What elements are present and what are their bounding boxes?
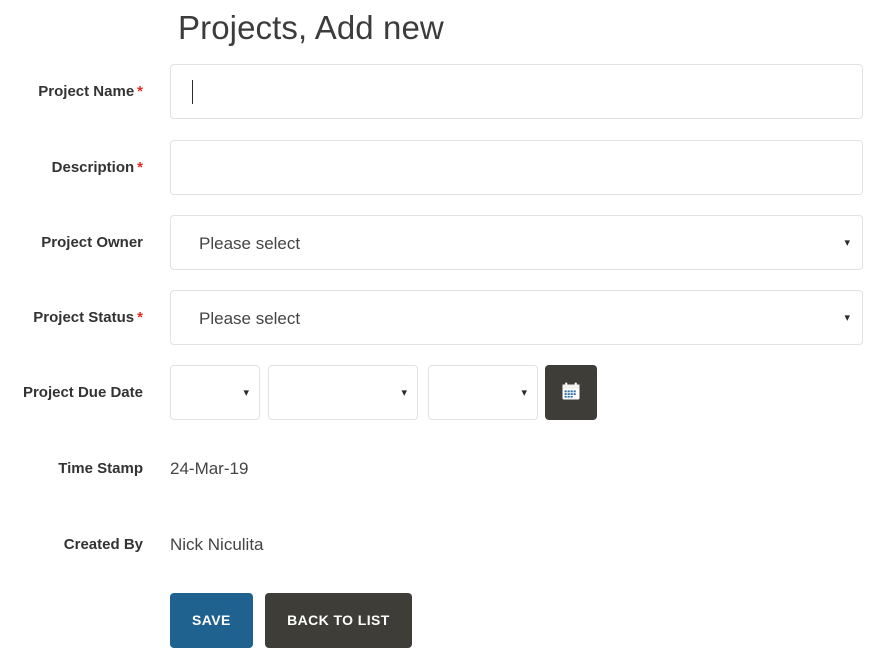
label-created-by-text: Created By: [63, 536, 143, 553]
due-date-year-select[interactable]: ▾: [428, 365, 538, 420]
chevron-down-icon: ▾: [844, 312, 850, 324]
control-project-name: [170, 64, 875, 119]
chevron-down-icon: ▾: [521, 387, 527, 399]
chevron-down-icon: ▾: [401, 387, 407, 399]
control-time-stamp: 24-Mar-19: [170, 458, 248, 480]
action-buttons-container: SAVE BACK TO LIST: [170, 593, 412, 648]
created-by-value: Nick Niculita: [170, 535, 264, 554]
label-project-owner: Project Owner: [0, 234, 143, 252]
chevron-down-icon: ▾: [844, 237, 850, 249]
label-project-status-text: Project Status: [33, 309, 135, 326]
control-project-status: Please select ▾: [170, 290, 863, 345]
label-project-due-date: Project Due Date: [0, 384, 143, 402]
project-status-selected-value: Please select: [199, 309, 301, 328]
label-project-due-date-text: Project Due Date: [22, 384, 143, 401]
required-asterisk: *: [137, 309, 143, 326]
due-date-day-select[interactable]: ▾: [170, 365, 260, 420]
project-status-select[interactable]: Please select ▾: [170, 290, 863, 345]
page-title: Projects, Add new: [178, 9, 444, 46]
label-created-by: Created By: [0, 536, 143, 554]
label-project-name: Project Name *: [0, 83, 143, 101]
calendar-icon: [561, 381, 581, 404]
text-cursor: [192, 80, 193, 104]
label-time-stamp: Time Stamp: [0, 460, 143, 478]
chevron-down-icon: ▾: [243, 387, 249, 399]
label-project-owner-text: Project Owner: [41, 234, 143, 251]
project-owner-selected-value: Please select: [199, 234, 301, 253]
label-time-stamp-text: Time Stamp: [58, 460, 143, 477]
required-asterisk: *: [137, 159, 143, 176]
time-stamp-value: 24-Mar-19: [170, 459, 249, 478]
date-picker-button[interactable]: [545, 365, 597, 420]
label-description-text: Description: [51, 159, 135, 176]
description-textarea[interactable]: [170, 140, 863, 195]
add-project-form-page: Projects, Add new Project Name * Descript…: [0, 0, 875, 661]
control-created-by: Nick Niculita: [170, 534, 264, 556]
control-project-owner: Please select ▾: [170, 215, 863, 270]
due-date-month-select[interactable]: ▾: [268, 365, 418, 420]
project-name-input[interactable]: [170, 64, 863, 119]
form-row-project-name: Project Name *: [0, 64, 875, 119]
save-button[interactable]: SAVE: [170, 593, 253, 648]
control-description: [170, 140, 863, 200]
label-project-status: Project Status *: [0, 309, 143, 327]
back-to-list-button[interactable]: BACK TO LIST: [265, 593, 412, 648]
label-description: Description *: [0, 159, 143, 177]
project-owner-select[interactable]: Please select ▾: [170, 215, 863, 270]
label-project-name-text: Project Name: [38, 83, 135, 100]
required-asterisk: *: [137, 83, 143, 100]
